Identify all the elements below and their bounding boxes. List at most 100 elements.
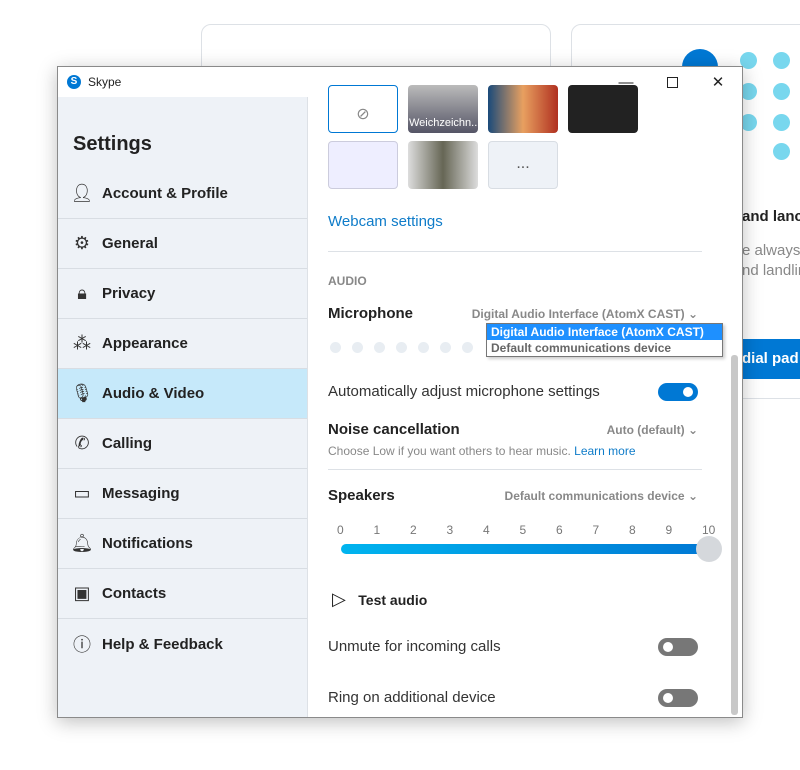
mic-level-dot: [396, 342, 407, 353]
speakers-value: Default communications device: [504, 489, 685, 503]
microphone-icon: 🎙︎: [70, 383, 94, 403]
ring-toggle[interactable]: [658, 689, 698, 707]
blur-label: Weichzeichn...: [409, 117, 478, 129]
dropdown-option[interactable]: Default communications device: [487, 340, 722, 356]
mic-level-dot: [418, 342, 429, 353]
sidebar-item-appearance[interactable]: ⁂ Appearance: [58, 319, 307, 369]
sidebar-item-label: General: [102, 235, 158, 252]
contacts-icon: ▣: [73, 583, 91, 603]
microphone-select[interactable]: Digital Audio Interface (AtomX CAST) ⌄: [472, 307, 698, 321]
info-icon: ⓘ: [73, 635, 91, 655]
speakers-row: Speakers Default communications device ⌄: [328, 487, 702, 505]
settings-content: ⊘ Weichzeichn... ... Webcam settings AUD…: [328, 85, 738, 717]
divider: [328, 469, 702, 470]
sidebar-item-notifications[interactable]: 🔔︎ Notifications: [58, 519, 307, 569]
bg-image-option[interactable]: [568, 85, 638, 133]
speakers-select[interactable]: Default communications device ⌄: [505, 489, 698, 503]
microphone-dropdown: Digital Audio Interface (AtomX CAST) Def…: [486, 323, 723, 357]
skype-settings-window: S Skype — ✕ Settings 👤︎ Account & Profile…: [57, 66, 743, 718]
sidebar-item-account-profile[interactable]: 👤︎ Account & Profile: [58, 169, 307, 219]
bg-image-option[interactable]: [488, 85, 558, 133]
noise-select[interactable]: Auto (default) ⌄: [607, 423, 698, 437]
bg-image-option[interactable]: [328, 141, 398, 189]
lock-icon: 🔒︎: [77, 283, 87, 303]
sidebar-item-label: Messaging: [102, 485, 180, 502]
ring-label: Ring on additional device: [328, 689, 496, 706]
divider: [328, 251, 702, 252]
window-title: Skype: [88, 75, 122, 89]
sidebar-item-label: Contacts: [102, 585, 167, 602]
chat-icon: ▭: [73, 483, 91, 503]
volume-tick-label: 3: [446, 523, 454, 537]
sidebar-item-label: Privacy: [102, 285, 156, 302]
maximize-button[interactable]: [649, 67, 695, 97]
unmute-toggle[interactable]: [658, 638, 698, 656]
chevron-down-icon: ⌄: [687, 489, 698, 503]
audio-section-label: AUDIO: [328, 274, 367, 288]
microphone-label: Microphone: [328, 305, 413, 322]
close-icon: ✕: [711, 74, 725, 91]
volume-tick-label: 4: [483, 523, 490, 537]
auto-adjust-toggle[interactable]: [658, 383, 698, 401]
sidebar-item-privacy[interactable]: 🔒︎ Privacy: [58, 269, 307, 319]
speaker-volume-slider[interactable]: [341, 536, 722, 562]
bg-none-option[interactable]: ⊘: [328, 85, 398, 133]
dropdown-option[interactable]: Digital Audio Interface (AtomX CAST): [487, 324, 722, 340]
speakers-label: Speakers: [328, 487, 395, 504]
volume-tick-label: 5: [519, 523, 527, 537]
scrollbar[interactable]: [731, 355, 738, 715]
auto-adjust-row: Automatically adjust microphone settings: [328, 383, 702, 401]
volume-tick-label: 6: [556, 523, 563, 537]
phone-icon: ✆: [74, 433, 90, 453]
ring-row: Ring on additional device: [328, 689, 702, 707]
volume-tick-label: 8: [629, 523, 636, 537]
magic-wand-icon: ⁂: [73, 333, 91, 353]
play-icon: ▷: [332, 589, 346, 609]
auto-adjust-label: Automatically adjust microphone settings: [328, 383, 600, 400]
volume-tick-label: 10: [702, 523, 716, 537]
bg-text: e always: [742, 242, 800, 259]
sidebar-item-messaging[interactable]: ▭ Messaging: [58, 469, 307, 519]
noise-value: Auto (default): [606, 423, 685, 437]
sidebar-item-contacts[interactable]: ▣ Contacts: [58, 569, 307, 619]
volume-tick-label: 1: [373, 523, 381, 537]
sidebar-item-label: Appearance: [102, 335, 188, 352]
more-backgrounds-button[interactable]: ...: [488, 141, 558, 189]
sidebar-item-calling[interactable]: ✆ Calling: [58, 419, 307, 469]
sidebar-item-audio-video[interactable]: 🎙︎ Audio & Video: [58, 369, 307, 419]
noise-label: Noise cancellation: [328, 421, 460, 438]
volume-tick-label: 0: [337, 523, 344, 537]
chevron-down-icon: ⌄: [687, 423, 698, 437]
noise-hint: Choose Low if you want others to hear mu…: [328, 444, 571, 458]
bg-dial-pad-button[interactable]: dial pad: [742, 339, 800, 379]
webcam-settings-link[interactable]: Webcam settings: [328, 213, 443, 230]
mic-level-dot: [374, 342, 385, 353]
sidebar-item-label: Audio & Video: [102, 385, 205, 402]
volume-tick-label: 9: [665, 523, 673, 537]
volume-handle[interactable]: [696, 536, 722, 562]
close-button[interactable]: ✕: [695, 67, 741, 97]
noise-row: Noise cancellation Auto (default) ⌄ Choo…: [328, 421, 702, 458]
sidebar-item-label: Calling: [102, 435, 153, 452]
decor-dot: [773, 143, 790, 160]
settings-title: Settings: [73, 133, 152, 155]
sidebar-item-general[interactable]: ⚙ General: [58, 219, 307, 269]
mic-level-dot: [330, 342, 341, 353]
volume-tick-label: 7: [592, 523, 600, 537]
sidebar-item-help-feedback[interactable]: ⓘ Help & Feedback: [58, 619, 307, 669]
settings-sidebar: Settings 👤︎ Account & Profile ⚙ General 🔒︎ Pr…: [58, 97, 308, 717]
bg-text: nd landlin: [742, 262, 800, 279]
bg-blur-option[interactable]: Weichzeichn...: [408, 85, 478, 133]
test-audio-button[interactable]: ▷ Test audio: [328, 589, 722, 610]
maximize-icon: [666, 76, 678, 88]
more-label: ...: [516, 155, 530, 172]
bg-image-option[interactable]: [408, 141, 478, 189]
test-audio-label: Test audio: [358, 592, 428, 608]
title-bar: S Skype — ✕: [58, 67, 742, 97]
learn-more-link[interactable]: Learn more: [574, 444, 635, 458]
volume-tick-label: 2: [410, 523, 417, 537]
person-icon: 👤︎: [70, 183, 94, 203]
mic-level-dot: [352, 342, 363, 353]
bg-heading: and lanc: [742, 208, 800, 225]
mic-level-dot: [440, 342, 451, 353]
